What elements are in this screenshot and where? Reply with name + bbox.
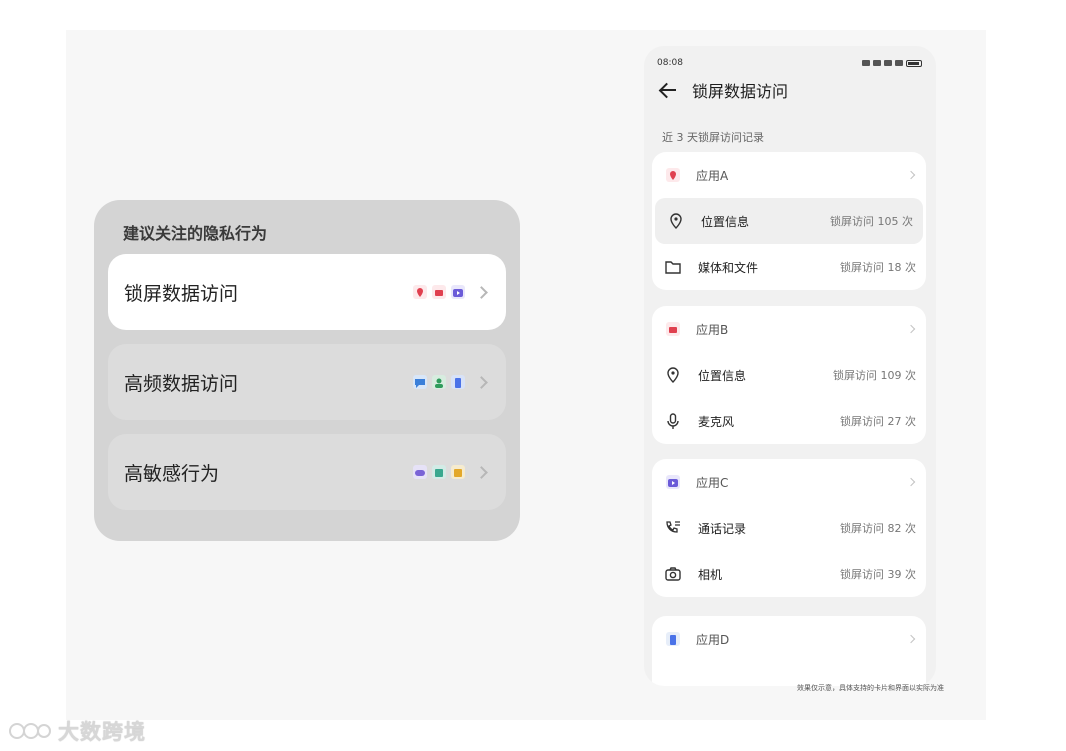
permission-row[interactable]: 通话记录 锁屏访问 82 次 xyxy=(652,505,926,551)
section-subtitle: 近 3 天锁屏访问记录 xyxy=(662,131,764,144)
app-name: 应用B xyxy=(696,322,729,337)
access-count: 锁屏访问 109 次 xyxy=(833,369,916,382)
app-a-icon xyxy=(666,168,680,182)
chat-icon xyxy=(413,375,427,389)
access-count: 锁屏访问 27 次 xyxy=(840,415,916,428)
permission-name: 媒体和文件 xyxy=(698,260,759,275)
app-card-b: 应用B 位置信息 锁屏访问 109 次 麦克风 锁屏访问 27 次 xyxy=(652,306,926,444)
phone-screen: 08:08 锁屏数据访问 近 3 天锁屏访问记录 应用A 位置信息 锁屏访问 1… xyxy=(644,46,936,686)
privacy-suggestion-card: 建议关注的隐私行为 锁屏数据访问 高频数据访问 高敏感行为 xyxy=(94,200,520,541)
permission-name: 位置信息 xyxy=(701,214,750,229)
app-header[interactable]: 应用C xyxy=(652,459,926,505)
signal-icon xyxy=(884,60,892,66)
app-c-icon xyxy=(666,475,680,489)
game-icon xyxy=(413,465,427,479)
nav-bar: 锁屏数据访问 xyxy=(658,78,788,102)
app-card-a: 应用A 位置信息 锁屏访问 105 次 媒体和文件 锁屏访问 18 次 xyxy=(652,152,926,290)
wifi-icon xyxy=(873,60,881,66)
chevron-right-icon xyxy=(475,465,488,479)
chevron-right-icon xyxy=(906,324,916,334)
access-count: 锁屏访问 82 次 xyxy=(840,522,916,535)
status-time: 08:08 xyxy=(657,58,683,68)
app-card-d: 应用D xyxy=(652,616,926,686)
chevron-right-icon xyxy=(906,477,916,487)
page-title: 锁屏数据访问 xyxy=(692,82,789,101)
note-icon xyxy=(451,465,465,479)
status-bar: 08:08 xyxy=(657,56,922,70)
back-arrow-icon[interactable] xyxy=(658,80,678,100)
chevron-right-icon xyxy=(475,285,488,299)
location-pin-icon xyxy=(413,285,427,299)
battery-icon xyxy=(906,59,922,67)
row-lockscreen-data-access[interactable]: 锁屏数据访问 xyxy=(108,254,506,330)
permission-name: 位置信息 xyxy=(698,368,747,383)
row-high-frequency-data-access[interactable]: 高频数据访问 xyxy=(108,344,506,420)
app-d-icon xyxy=(666,632,680,646)
row-label: 高敏感行为 xyxy=(124,462,220,485)
location-icon xyxy=(667,212,685,230)
row-high-sensitivity-behavior[interactable]: 高敏感行为 xyxy=(108,434,506,510)
camera-icon xyxy=(664,565,682,583)
access-count: 锁屏访问 18 次 xyxy=(840,261,916,274)
call-log-icon xyxy=(664,519,682,537)
chevron-right-icon xyxy=(475,375,488,389)
access-count: 锁屏访问 105 次 xyxy=(830,215,913,228)
folder-icon xyxy=(664,258,682,276)
app-b-icon xyxy=(666,322,680,336)
signal-icon-2 xyxy=(895,60,903,66)
row-app-icons xyxy=(413,465,465,479)
row-app-icons xyxy=(413,375,465,389)
access-count: 锁屏访问 39 次 xyxy=(840,568,916,581)
contact-icon xyxy=(432,375,446,389)
location-icon xyxy=(664,366,682,384)
permission-name: 通话记录 xyxy=(698,521,747,536)
app-header[interactable]: 应用A xyxy=(652,152,926,198)
watermark-logo-icon xyxy=(9,723,51,739)
watermark-text: 大数跨境 xyxy=(58,720,146,744)
chevron-right-icon xyxy=(906,634,916,644)
app-header[interactable]: 应用D xyxy=(652,616,926,662)
watermark: 大数跨境 xyxy=(8,716,146,746)
disclaimer-footnote: 效果仅示意，具体支持的卡片和界面以实际为准 xyxy=(797,684,944,692)
row-label: 高频数据访问 xyxy=(124,372,239,395)
permission-row[interactable]: 相机 锁屏访问 39 次 xyxy=(652,551,926,597)
system-status-icons xyxy=(862,59,922,67)
permission-name: 麦克风 xyxy=(698,414,735,429)
shop-icon xyxy=(432,285,446,299)
privacy-card-title: 建议关注的隐私行为 xyxy=(123,224,268,243)
chevron-right-icon xyxy=(906,170,916,180)
video-icon xyxy=(451,285,465,299)
book-icon xyxy=(432,465,446,479)
bluetooth-icon xyxy=(862,60,870,66)
row-app-icons xyxy=(413,285,465,299)
row-label: 锁屏数据访问 xyxy=(124,282,239,305)
permission-row[interactable]: 位置信息 锁屏访问 105 次 xyxy=(655,198,923,244)
app-card-c: 应用C 通话记录 锁屏访问 82 次 相机 锁屏访问 39 次 xyxy=(652,459,926,597)
app-name: 应用A xyxy=(696,168,729,183)
permission-row[interactable]: 位置信息 锁屏访问 109 次 xyxy=(652,352,926,398)
permission-name: 相机 xyxy=(698,567,723,582)
permission-row[interactable]: 媒体和文件 锁屏访问 18 次 xyxy=(652,244,926,290)
app-header[interactable]: 应用B xyxy=(652,306,926,352)
microphone-icon xyxy=(664,412,682,430)
phone-icon xyxy=(451,375,465,389)
permission-row[interactable]: 麦克风 锁屏访问 27 次 xyxy=(652,398,926,444)
app-name: 应用C xyxy=(696,475,729,490)
app-name: 应用D xyxy=(696,632,730,647)
